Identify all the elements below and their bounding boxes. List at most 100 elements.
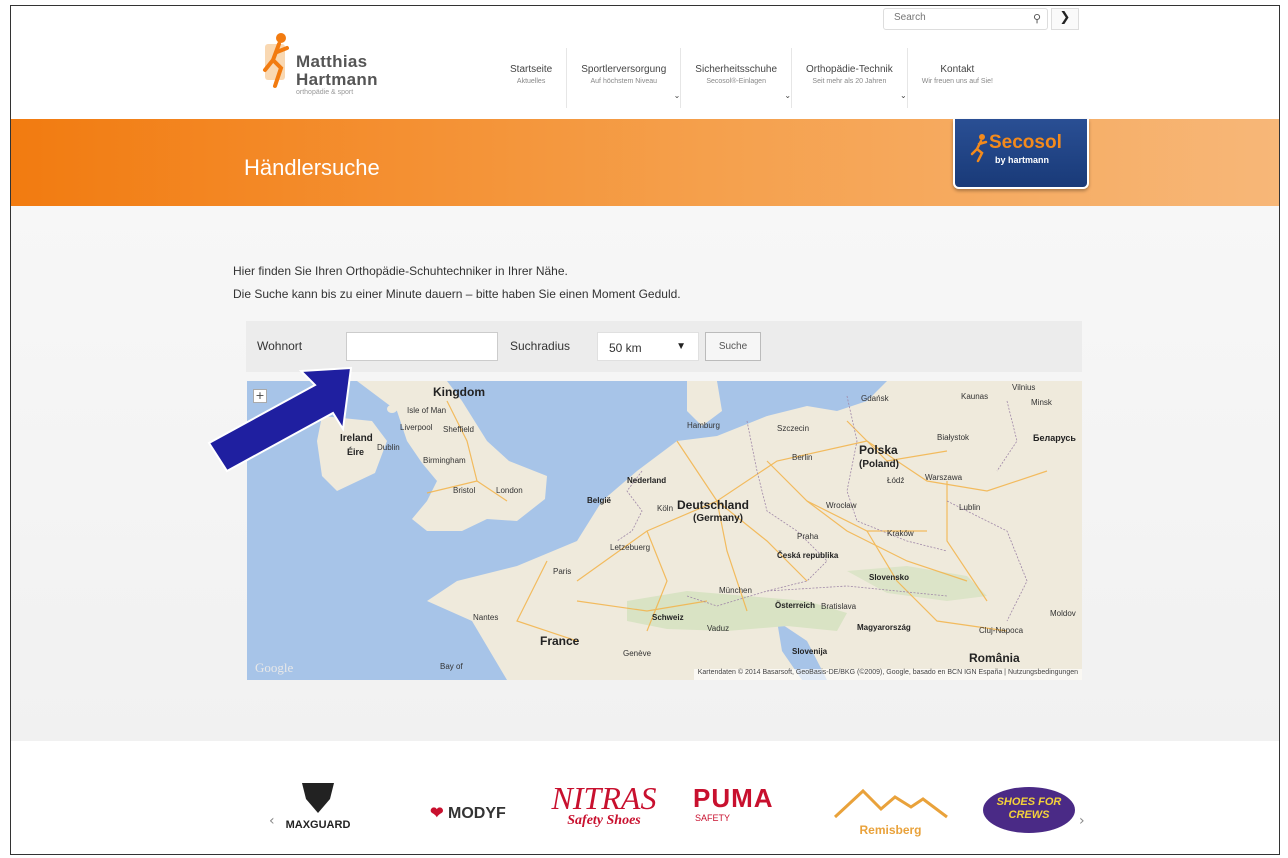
map-label: Moldov: [1050, 609, 1076, 618]
page: ⚲ ❯ Matthias Hartmann orthopädie & sport…: [10, 5, 1280, 855]
map-label: Slovenija: [792, 647, 828, 656]
main-nav: Startseite Aktuelles Sportlerversorgung …: [496, 48, 1007, 108]
map-label: Magyarország: [857, 623, 911, 632]
map-label: Nederland: [627, 476, 667, 485]
mountain-icon: [833, 788, 948, 819]
brand-subname: SAFETY: [695, 813, 731, 823]
nav-subtitle: Aktuelles: [516, 78, 546, 85]
map-label: Bay of: [440, 662, 463, 671]
map-label: Łódź: [887, 476, 905, 485]
heart-icon: ❤: [430, 805, 449, 822]
map-label: België: [587, 496, 612, 505]
nav-item-sportlerversorgung[interactable]: Sportlerversorgung Auf höchstem Niveau ⌄: [566, 48, 680, 108]
map-label: Białystok: [937, 433, 970, 442]
radius-value: 50 km: [609, 341, 642, 355]
chevron-right-icon[interactable]: ›: [1079, 813, 1085, 829]
map-label: Slovensko: [869, 573, 910, 582]
map-label: Minsk: [1031, 398, 1052, 407]
wohnort-label: Wohnort: [257, 339, 303, 353]
nav-title: Sicherheitsschuhe: [695, 64, 778, 75]
brand-name: PUMA: [693, 783, 774, 813]
logo-tagline: orthopädie & sport: [296, 89, 354, 96]
dealer-map[interactable]: + Kingdom Isle of Man Liverpool Sheffiel…: [247, 381, 1082, 680]
map-label: Liverpool: [400, 423, 433, 432]
map-attribution[interactable]: Kartendaten © 2014 Basarsoft, GeoBasis-D…: [693, 669, 1082, 680]
brand-name: NITRAS: [551, 780, 657, 816]
wohnort-input[interactable]: [346, 332, 498, 361]
map-label: Wrocław: [826, 501, 857, 510]
runner-logo-icon: [970, 134, 988, 163]
nav-subtitle: Secosol®-Einlagen: [706, 78, 766, 85]
chevron-down-icon[interactable]: ⌄: [784, 91, 791, 100]
shield-icon: [302, 783, 334, 813]
nav-title: Startseite: [510, 64, 553, 75]
map-label: Bratislava: [821, 602, 857, 611]
map-land: [317, 381, 1082, 680]
logo-name-first: Matthias: [296, 52, 368, 71]
map-label: Schweiz: [652, 613, 684, 622]
search-button[interactable]: Suche: [705, 332, 761, 361]
chevron-down-icon[interactable]: ⌄: [900, 91, 907, 100]
brand-name: SHOES FOR CREWS: [996, 796, 1062, 821]
map-label: Gdańsk: [861, 394, 889, 403]
map-label: (Germany): [693, 513, 744, 524]
site-logo[interactable]: Matthias Hartmann orthopädie & sport: [256, 28, 406, 100]
brand-logo-shoes-for-crews[interactable]: SHOES FOR CREWS: [983, 787, 1075, 833]
secosol-brand: Secosol: [989, 132, 1062, 153]
brand-carousel: ‹ MAXGUARD ❤ MODYF NITRAS Safety Shoes P…: [11, 741, 1279, 854]
nav-subtitle: Auf höchstem Niveau: [590, 78, 658, 85]
brand-logo-nitras[interactable]: NITRAS Safety Shoes: [539, 780, 669, 829]
secosol-badge[interactable]: Secosol by hartmann: [953, 119, 1089, 189]
map-label: Berlin: [792, 453, 813, 462]
search-icon[interactable]: ⚲: [1033, 12, 1041, 25]
map-label: France: [540, 634, 580, 648]
runner-logo-icon: [263, 33, 289, 88]
map-label: Sheffield: [443, 425, 474, 434]
map-label: Vilnius: [1012, 383, 1036, 392]
map-label: Genève: [623, 649, 652, 658]
nav-title: Orthopädie-Technik: [806, 64, 893, 75]
map-label: Warszawa: [925, 473, 963, 482]
search-input[interactable]: [894, 12, 1014, 23]
map-label: Köln: [657, 504, 674, 513]
nav-subtitle: Seit mehr als 20 Jahren: [812, 78, 887, 85]
map-label: Беларусь: [1033, 433, 1076, 443]
map-label: România: [969, 651, 1020, 665]
brand-name: Remisberg: [859, 823, 922, 837]
chevron-down-icon[interactable]: ⌄: [674, 91, 681, 100]
secosol-by: by hartmann: [995, 155, 1050, 165]
map-label: Česká republika: [777, 551, 839, 560]
nav-item-sicherheitsschuhe[interactable]: Sicherheitsschuhe Secosol®-Einlagen ⌄: [680, 48, 791, 108]
map-label: Bristol: [453, 486, 476, 495]
map-label: Paris: [553, 567, 572, 576]
map-google-watermark: Google: [255, 660, 294, 675]
map-label: Kraków: [887, 529, 914, 538]
nav-title: Sportlerversorgung: [581, 64, 667, 75]
map-label: Isle of Man: [407, 406, 447, 415]
nav-subtitle: Wir freuen uns auf Sie!: [921, 78, 993, 85]
nav-item-startseite[interactable]: Startseite Aktuelles: [496, 48, 566, 108]
page-title: Händlersuche: [244, 155, 380, 180]
menu-toggle-chevron-icon[interactable]: ❯: [1051, 8, 1079, 30]
map-label: Letzebuerg: [610, 543, 651, 552]
map-label: Kingdom: [433, 385, 485, 399]
nav-item-kontakt[interactable]: Kontakt Wir freuen uns auf Sie!: [906, 48, 1007, 108]
map-label: (Poland): [859, 459, 899, 470]
brand-logo-remisberg[interactable]: Remisberg: [823, 785, 958, 837]
map-label: Hamburg: [687, 421, 720, 430]
nav-item-orthopaedie-technik[interactable]: Orthopädie-Technik Seit mehr als 20 Jahr…: [791, 48, 907, 108]
caret-down-icon: ▼: [676, 341, 686, 352]
map-label: Deutschland: [677, 498, 750, 512]
map-label: Polska: [859, 443, 898, 457]
radius-select[interactable]: 50 km ▼: [597, 332, 699, 361]
search-box[interactable]: ⚲: [883, 8, 1048, 30]
site-header: ⚲ ❯ Matthias Hartmann orthopädie & sport…: [11, 6, 1279, 119]
map-label: Kaunas: [961, 392, 989, 401]
brand-logo-modyf[interactable]: ❤ MODYF: [403, 803, 533, 823]
nav-title: Kontakt: [940, 64, 975, 75]
dealer-search-form: Wohnort Suchradius 50 km ▼ Suche: [246, 321, 1082, 372]
arrow-annotation-icon: [207, 366, 353, 473]
brand-logo-maxguard[interactable]: MAXGUARD: [273, 781, 363, 831]
brand-logo-puma[interactable]: PUMA SAFETY: [693, 783, 803, 823]
intro-text-2: Die Suche kann bis zu einer Minute dauer…: [233, 287, 681, 301]
